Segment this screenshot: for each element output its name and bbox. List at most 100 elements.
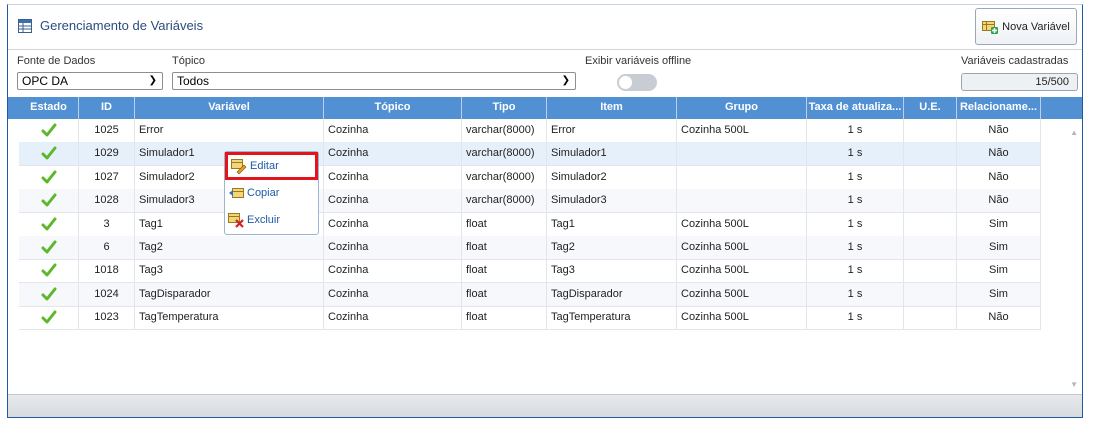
cell-item: Error — [547, 119, 677, 142]
table-row[interactable]: 1025 Error Cozinha varchar(8000) Error Cozinh… — [19, 119, 1041, 143]
cell-type: float — [462, 212, 547, 236]
table-row[interactable]: 1023 TagTemperatura Cozinha float TagTempera… — [19, 306, 1041, 331]
cell-rate: 1 s — [807, 189, 904, 213]
cell-type: varchar(8000) — [462, 119, 547, 142]
check-icon — [41, 240, 56, 254]
topic-value: Todos — [177, 74, 210, 88]
cell-rate: 1 s — [807, 259, 904, 283]
table-row[interactable]: 1018 Tag3 Cozinha float Tag3 Cozinha 500L 1 sS… — [19, 259, 1041, 284]
cell-status — [19, 282, 79, 306]
context-edit-label: Editar — [250, 160, 279, 172]
cell-item: Simulador1 — [547, 142, 677, 166]
cell-group — [677, 165, 807, 189]
cell-topic: Cozinha — [324, 259, 462, 283]
cell-item: Simulador3 — [547, 189, 677, 213]
cell-relationship: Não — [957, 142, 1041, 166]
cell-id: 1028 — [79, 189, 135, 213]
cell-item: Tag2 — [547, 236, 677, 259]
cell-variable: TagTemperatura — [135, 306, 324, 330]
cell-ue — [904, 165, 957, 189]
cell-topic: Cozinha — [324, 212, 462, 236]
col-taxa[interactable]: Taxa de atualiza... — [807, 97, 904, 119]
cell-item: Tag3 — [547, 259, 677, 283]
col-estado[interactable]: Estado — [19, 97, 79, 119]
table-row[interactable]: 1027 Simulador2 Cozinha varchar(8000) Simula… — [19, 165, 1041, 190]
table-row[interactable]: 1024 TagDisparador Cozinha float TagDisparad… — [19, 282, 1041, 307]
cell-group: Cozinha 500L — [677, 282, 807, 306]
cell-status — [19, 259, 79, 283]
cell-item: Simulador2 — [547, 165, 677, 189]
delete-icon — [228, 213, 244, 228]
context-menu: Editar Copiar Excluir — [224, 151, 319, 235]
cell-ue — [904, 259, 957, 283]
registered-label: Variáveis cadastradas — [961, 55, 1069, 67]
cell-relationship: Sim — [957, 212, 1041, 236]
col-grupo[interactable]: Grupo — [677, 97, 807, 119]
topic-select[interactable]: Todos ❯ — [172, 72, 576, 90]
offline-toggle[interactable] — [617, 74, 657, 91]
cell-relationship: Sim — [957, 259, 1041, 283]
context-copy-label: Copiar — [247, 187, 280, 199]
cell-id: 3 — [79, 212, 135, 236]
cell-ue — [904, 212, 957, 236]
cell-ue — [904, 189, 957, 213]
data-source-value: OPC DA — [22, 74, 69, 88]
table-row[interactable]: 1028 Simulador3 Cozinha varchar(8000) Simula… — [19, 189, 1041, 214]
cell-id: 1025 — [79, 119, 135, 142]
cell-type: varchar(8000) — [462, 189, 547, 213]
col-relacionamento[interactable]: Relacioname... — [957, 97, 1041, 119]
cell-status — [19, 212, 79, 236]
cell-status — [19, 236, 79, 259]
table-row[interactable]: 3 Tag1 Cozinha float Tag1 Cozinha 500L 1 s Sim — [19, 212, 1041, 237]
cell-type: float — [462, 282, 547, 306]
scroll-down-icon[interactable]: ▼ — [1070, 380, 1078, 389]
cell-item: TagDisparador — [547, 282, 677, 306]
table-row[interactable]: 1029 Simulador1 Cozinha varchar(8000) Simula… — [19, 142, 1041, 167]
col-topico[interactable]: Tópico — [324, 97, 462, 119]
cell-group: Cozinha 500L — [677, 306, 807, 330]
cell-ue — [904, 236, 957, 259]
cell-topic: Cozinha — [324, 189, 462, 213]
chevron-down-icon: ❯ — [148, 75, 157, 86]
cell-rate: 1 s — [807, 212, 904, 236]
scroll-up-icon[interactable]: ▲ — [1070, 128, 1078, 137]
cell-rate: 1 s — [807, 236, 904, 259]
new-variable-button[interactable]: Nova Variável — [975, 8, 1077, 45]
cell-group: Cozinha 500L — [677, 236, 807, 259]
cell-relationship: Sim — [957, 282, 1041, 306]
cell-rate: 1 s — [807, 142, 904, 166]
cell-id: 1018 — [79, 259, 135, 283]
cell-id: 1024 — [79, 282, 135, 306]
cell-topic: Cozinha — [324, 119, 462, 142]
col-id[interactable]: ID — [79, 97, 135, 119]
cell-item: TagTemperatura — [547, 306, 677, 330]
cell-status — [19, 119, 79, 142]
cell-type: float — [462, 259, 547, 283]
col-tipo[interactable]: Tipo — [462, 97, 547, 119]
page-title: Gerenciamento de Variáveis — [40, 18, 204, 33]
cell-variable: Error — [135, 119, 324, 142]
table-row[interactable]: 6 Tag2 Cozinha float Tag2 Cozinha 500L 1 s Sim — [19, 236, 1041, 260]
context-copy[interactable]: Copiar — [228, 182, 279, 204]
cell-ue — [904, 142, 957, 166]
data-source-select[interactable]: OPC DA ❯ — [17, 72, 163, 90]
context-edit[interactable]: Editar — [231, 155, 279, 177]
cell-item: Tag1 — [547, 212, 677, 236]
cell-type: varchar(8000) — [462, 165, 547, 189]
check-icon — [41, 146, 56, 160]
col-ue[interactable]: U.E. — [904, 97, 957, 119]
cell-status — [19, 142, 79, 166]
chevron-down-icon: ❯ — [561, 75, 570, 86]
offline-label: Exibir variáveis offline — [585, 55, 692, 67]
variables-window: Gerenciamento de Variáveis Nova Variável… — [7, 4, 1083, 418]
check-icon — [41, 123, 56, 137]
cell-status — [19, 306, 79, 330]
new-variable-label: Nova Variável — [1002, 20, 1070, 33]
col-variavel[interactable]: Variável — [135, 97, 324, 119]
col-item[interactable]: Item — [547, 97, 677, 119]
cell-relationship: Não — [957, 165, 1041, 189]
registered-count: 15/500 — [961, 73, 1078, 91]
cell-status — [19, 189, 79, 213]
cell-id: 6 — [79, 236, 135, 259]
context-delete[interactable]: Excluir — [228, 209, 280, 231]
